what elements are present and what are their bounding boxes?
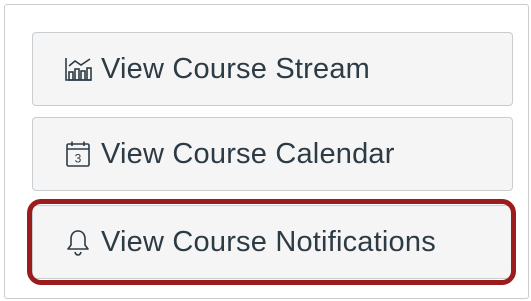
stream-chart-icon [61, 52, 95, 86]
view-course-notifications-label: View Course Notifications [101, 225, 436, 258]
svg-text:3: 3 [75, 152, 82, 166]
view-course-notifications-button[interactable]: View Course Notifications [32, 205, 513, 279]
calendar-icon: 3 [61, 137, 95, 171]
bell-icon [61, 225, 95, 259]
view-course-stream-label: View Course Stream [101, 52, 371, 85]
view-course-stream-button[interactable]: View Course Stream [32, 32, 513, 106]
view-course-calendar-button[interactable]: 3 View Course Calendar [32, 117, 513, 191]
view-course-calendar-label: View Course Calendar [101, 137, 395, 170]
